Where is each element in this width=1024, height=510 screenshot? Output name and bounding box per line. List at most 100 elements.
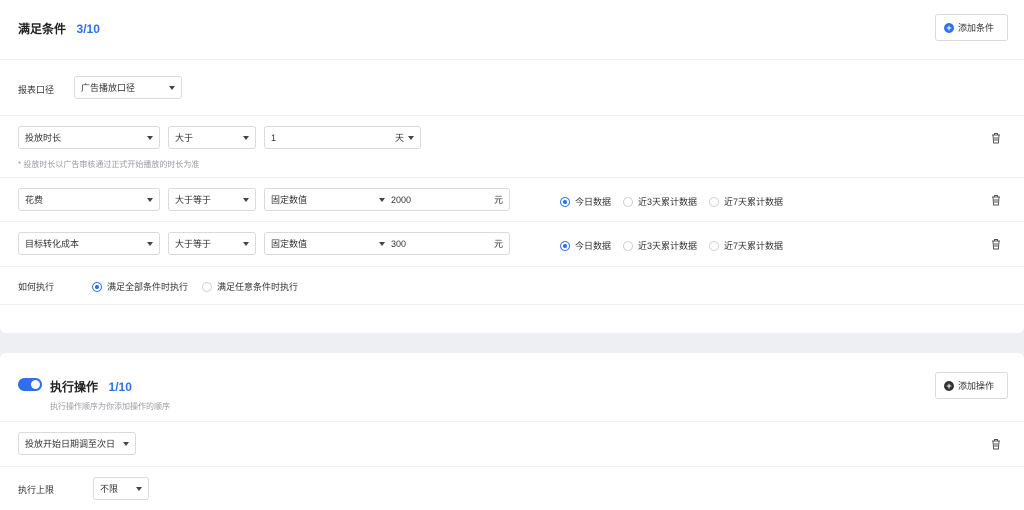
limit-select[interactable]: 不限 (93, 477, 149, 500)
trash-icon[interactable] (991, 194, 1001, 206)
caret-down-icon (147, 135, 153, 140)
add-action-label: 添加操作 (958, 381, 995, 391)
toggle-knob (31, 380, 40, 389)
conditions-count-total: /10 (83, 22, 100, 36)
condition-2-value-group: 固定数值 2000 元 (264, 188, 510, 211)
actions-title: 执行操作 (50, 380, 99, 394)
condition-3-field-value: 目标转化成本 (25, 239, 80, 249)
caret-down-icon (123, 441, 129, 446)
radio-label: 近3天累计数据 (638, 241, 698, 251)
condition-2-radio-today[interactable]: 今日数据 (560, 195, 611, 208)
add-condition-label: 添加条件 (958, 23, 995, 33)
condition-1-hint: * 投放时长以广告审核通过正式开始播放的时长为准 (18, 160, 200, 169)
condition-2-operator-value: 大于等于 (175, 195, 212, 205)
actions-count-total: /10 (115, 380, 132, 394)
caret-down-icon (379, 197, 385, 202)
plus-circle-icon: + (944, 22, 954, 33)
condition-3-unit: 元 (493, 239, 503, 249)
condition-3-value-group: 固定数值 300 元 (264, 232, 510, 255)
radio-checked-icon (560, 240, 570, 251)
condition-3-radio-today[interactable]: 今日数据 (560, 239, 611, 252)
radio-unchecked-icon (623, 196, 633, 207)
trash-icon[interactable] (991, 132, 1001, 144)
conditions-title: 满足条件 (18, 22, 67, 36)
condition-2-value-input[interactable]: 2000 (391, 195, 494, 205)
caret-down-icon (147, 241, 153, 246)
conditions-header: 满足条件 3/10 (18, 20, 100, 37)
condition-1-operator-select[interactable]: 大于 (168, 126, 256, 149)
condition-3-radio-7days[interactable]: 近7天累计数据 (709, 239, 783, 252)
execute-label: 如何执行 (18, 282, 55, 292)
condition-2-radio-3days[interactable]: 近3天累计数据 (623, 195, 697, 208)
radio-checked-icon (92, 281, 102, 292)
caret-down-icon (136, 486, 142, 491)
condition-2-value-type-select[interactable]: 固定数值 (271, 193, 385, 206)
radio-checked-icon (560, 196, 570, 207)
condition-1-unit-select[interactable]: 天 (395, 131, 404, 144)
condition-2-field-select[interactable]: 花费 (18, 188, 160, 211)
caret-down-icon (243, 241, 249, 246)
action-type-select[interactable]: 投放开始日期调至次日 (18, 432, 136, 455)
radio-label: 近7天累计数据 (724, 241, 784, 251)
condition-1-field-select[interactable]: 投放时长 (18, 126, 160, 149)
divider (0, 466, 1024, 467)
condition-3-operator-select[interactable]: 大于等于 (168, 232, 256, 255)
plus-circle-icon: + (944, 380, 954, 391)
radio-label: 近3天累计数据 (638, 197, 698, 207)
condition-2-value-type: 固定数值 (271, 195, 308, 205)
caret-down-icon (147, 197, 153, 202)
actions-card: 执行操作 1/10 执行操作顺序为你添加操作的顺序 + 添加操作 投放开始日期调… (0, 353, 1024, 510)
limit-label: 执行上限 (18, 485, 55, 495)
divider (0, 266, 1024, 267)
caret-down-icon (379, 241, 385, 246)
divider (0, 177, 1024, 178)
report-select[interactable]: 广告播放口径 (74, 76, 182, 99)
actions-count: 1/10 (109, 380, 132, 394)
caret-down-icon (169, 85, 175, 90)
trash-icon[interactable] (991, 438, 1001, 450)
trash-icon[interactable] (991, 238, 1001, 250)
condition-3-value-input[interactable]: 300 (391, 239, 494, 249)
divider (0, 304, 1024, 305)
radio-unchecked-icon (709, 240, 719, 251)
conditions-card: 满足条件 3/10 + 添加条件 报表口径 广告播放口径 投放时长 大于 1 天… (0, 0, 1024, 333)
condition-2-operator-select[interactable]: 大于等于 (168, 188, 256, 211)
radio-label: 近7天累计数据 (724, 197, 784, 207)
caret-down-icon (243, 197, 249, 202)
divider (0, 115, 1024, 116)
condition-2-radio-7days[interactable]: 近7天累计数据 (709, 195, 783, 208)
condition-3-value-type-select[interactable]: 固定数值 (271, 237, 385, 250)
divider (0, 59, 1024, 60)
radio-unchecked-icon (202, 281, 212, 292)
caret-down-icon (408, 135, 414, 140)
execute-any-radio[interactable]: 满足任意条件时执行 (202, 280, 298, 293)
divider (0, 221, 1024, 222)
actions-subtitle: 执行操作顺序为你添加操作的顺序 (50, 402, 170, 411)
limit-select-value: 不限 (100, 484, 119, 494)
radio-label: 满足全部条件时执行 (107, 282, 189, 292)
condition-3-operator-value: 大于等于 (175, 239, 212, 249)
caret-down-icon (243, 135, 249, 140)
conditions-count: 3/10 (77, 22, 100, 36)
condition-2-field-value: 花费 (25, 195, 44, 205)
execute-all-radio[interactable]: 满足全部条件时执行 (92, 280, 188, 293)
radio-label: 今日数据 (575, 197, 612, 207)
condition-3-value-type: 固定数值 (271, 239, 308, 249)
condition-1-operator-value: 大于 (175, 133, 194, 143)
actions-header: 执行操作 1/10 (50, 378, 132, 395)
condition-1-value-input[interactable]: 1 天 (264, 126, 421, 149)
report-label: 报表口径 (18, 85, 55, 95)
action-type-value: 投放开始日期调至次日 (25, 439, 116, 449)
condition-2-unit: 元 (493, 195, 503, 205)
radio-unchecked-icon (623, 240, 633, 251)
condition-3-field-select[interactable]: 目标转化成本 (18, 232, 160, 255)
actions-toggle[interactable] (18, 378, 42, 391)
add-action-button[interactable]: + 添加操作 (935, 372, 1008, 399)
condition-1-value: 1 (271, 132, 277, 143)
add-condition-button[interactable]: + 添加条件 (935, 14, 1008, 41)
condition-3-radio-3days[interactable]: 近3天累计数据 (623, 239, 697, 252)
radio-unchecked-icon (709, 196, 719, 207)
radio-label: 今日数据 (575, 241, 612, 251)
radio-label: 满足任意条件时执行 (217, 282, 299, 292)
divider (0, 421, 1024, 422)
